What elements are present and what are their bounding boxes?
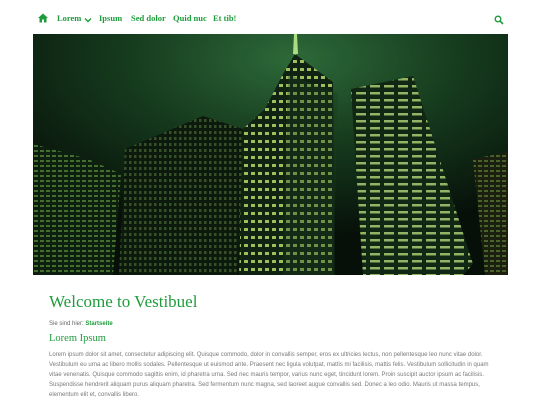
top-navigation: Lorem Ipsum Sed dolor Quid nuc Et tib! [0,0,540,34]
skyscrapers-illustration [33,34,508,275]
nav-item-et-tib[interactable]: Et tib! [213,11,236,25]
nav-item-quid-nuc[interactable]: Quid nuc [173,11,207,25]
hero-image [33,34,508,275]
nav-item-lorem[interactable]: Lorem [57,11,92,25]
nav-item-label: Lorem [57,13,82,23]
breadcrumb: Sie sind hier: Startseite [49,319,113,329]
page: Lorem Ipsum Sed dolor Quid nuc Et tib! W… [0,0,540,405]
body-paragraph: Lorem ipsum dolor sit amet, consectetur … [49,352,489,398]
nav-item-ipsum[interactable]: Ipsum [99,11,122,25]
chevron-down-icon [84,14,92,23]
page-title: Welcome to Vestibuel [49,292,198,311]
home-icon[interactable] [37,11,49,23]
breadcrumb-link-startseite[interactable]: Startseite [85,321,112,327]
search-icon[interactable] [494,12,504,25]
nav-item-sed-dolor[interactable]: Sed dolor [131,11,166,25]
breadcrumb-prefix: Sie sind hier: [49,321,84,327]
section-title: Lorem Ipsum [49,333,106,344]
